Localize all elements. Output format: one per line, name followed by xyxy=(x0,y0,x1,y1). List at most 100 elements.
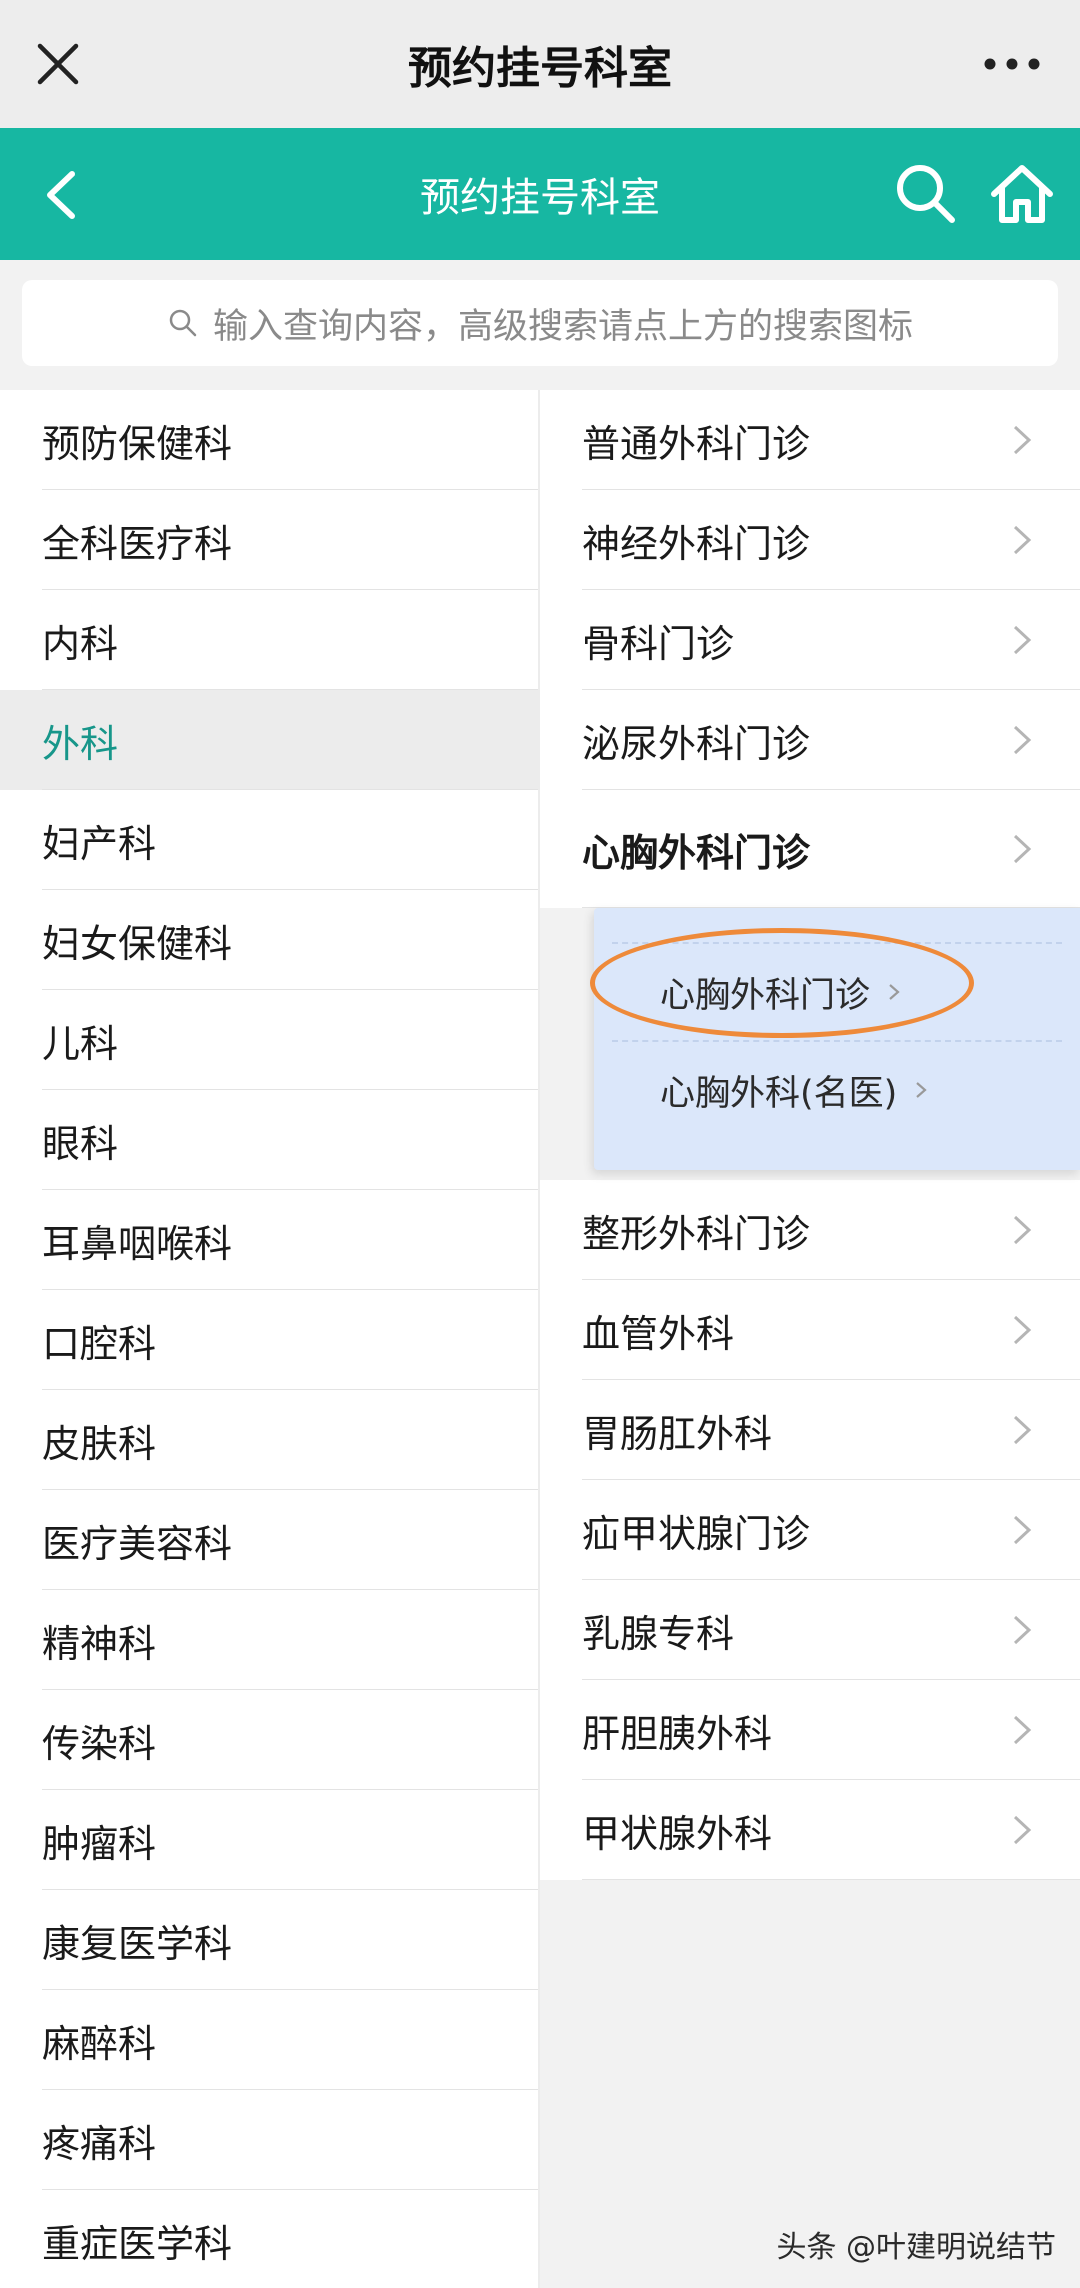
category-item[interactable]: 耳鼻咽喉科 xyxy=(0,1190,538,1290)
chevron-right-icon xyxy=(916,1082,927,1098)
category-label: 传染科 xyxy=(42,1721,157,1766)
category-item[interactable]: 肿瘤科 xyxy=(0,1790,538,1890)
sub-department-item[interactable]: 血管外科 xyxy=(540,1280,1080,1380)
sub-department-item[interactable]: 心胸外科门诊 xyxy=(540,790,1080,908)
sub-department-item[interactable]: 普通外科门诊 xyxy=(540,390,1080,490)
sub-department-label: 疝甲状腺门诊 xyxy=(582,1511,811,1556)
back-arrow-icon[interactable] xyxy=(28,160,98,230)
sub-department-item[interactable]: 胃肠肛外科 xyxy=(540,1380,1080,1480)
category-label: 全科医疗科 xyxy=(42,521,233,566)
popup-divider xyxy=(612,1040,1062,1042)
category-item[interactable]: 医疗美容科 xyxy=(0,1490,538,1590)
sub-department-label: 神经外科门诊 xyxy=(582,521,811,566)
search-small-icon xyxy=(169,309,197,337)
chevron-right-icon xyxy=(889,984,900,1000)
sub-department-label: 血管外科 xyxy=(582,1311,735,1356)
sub-department-item[interactable]: 甲状腺外科 xyxy=(540,1780,1080,1880)
search-placeholder: 输入查询内容，高级搜索请点上方的搜索图标 xyxy=(212,306,913,347)
category-item[interactable]: 妇产科 xyxy=(0,790,538,890)
department-category-list: 预防保健科全科医疗科内科外科妇产科妇女保健科儿科眼科耳鼻咽喉科口腔科皮肤科医疗美… xyxy=(0,390,538,2288)
popup-divider xyxy=(612,942,1062,944)
category-label: 重症医学科 xyxy=(42,2221,233,2266)
category-item[interactable]: 全科医疗科 xyxy=(0,490,538,590)
category-label: 口腔科 xyxy=(42,1321,157,1366)
wechat-page-title: 预约挂号科室 xyxy=(408,43,672,94)
sub-department-item[interactable]: 泌尿外科门诊 xyxy=(540,690,1080,790)
watermark: 头条 @叶建明说结节 xyxy=(776,2230,1056,2265)
category-label: 医疗美容科 xyxy=(42,1521,233,1566)
search-area: 输入查询内容，高级搜索请点上方的搜索图标 xyxy=(0,260,1080,390)
category-item[interactable]: 麻醉科 xyxy=(0,1990,538,2090)
app-header: 预约挂号科室 xyxy=(0,128,1080,260)
close-icon[interactable] xyxy=(28,34,88,94)
category-item[interactable]: 预防保健科 xyxy=(0,390,538,490)
row-separator xyxy=(582,1879,1080,1880)
popup-item-label: 心胸外科(名医) xyxy=(660,1073,898,1114)
category-label: 妇产科 xyxy=(42,821,157,866)
sub-department-label: 心胸外科门诊 xyxy=(582,830,811,875)
chevron-right-icon xyxy=(1013,525,1032,555)
category-label: 精神科 xyxy=(42,1621,157,1666)
page-title: 预约挂号科室 xyxy=(420,175,660,221)
chevron-right-icon xyxy=(1013,1615,1032,1645)
sub-department-label: 胃肠肛外科 xyxy=(582,1411,773,1456)
category-item[interactable]: 重症医学科 xyxy=(0,2190,538,2288)
sub-department-label: 普通外科门诊 xyxy=(582,421,811,466)
category-item[interactable]: 疼痛科 xyxy=(0,2090,538,2190)
chevron-right-icon xyxy=(1013,1315,1032,1345)
category-label: 疼痛科 xyxy=(42,2121,157,2166)
category-label: 内科 xyxy=(42,621,119,666)
more-options-icon[interactable] xyxy=(972,34,1052,94)
category-item[interactable]: 妇女保健科 xyxy=(0,890,538,990)
chevron-right-icon xyxy=(1013,1215,1032,1245)
category-item[interactable]: 眼科 xyxy=(0,1090,538,1190)
category-label: 外科 xyxy=(42,721,119,766)
category-item[interactable]: 外科 xyxy=(0,690,538,790)
sub-department-item[interactable]: 整形外科门诊 xyxy=(540,1180,1080,1280)
sub-department-label: 甲状腺外科 xyxy=(582,1811,773,1856)
sub-department-label: 整形外科门诊 xyxy=(582,1211,811,1256)
sub-department-label: 骨科门诊 xyxy=(582,621,735,666)
search-input[interactable]: 输入查询内容，高级搜索请点上方的搜索图标 xyxy=(22,280,1058,366)
wechat-title-bar: 预约挂号科室 xyxy=(0,0,1080,128)
chevron-right-icon xyxy=(1013,834,1032,864)
category-label: 耳鼻咽喉科 xyxy=(42,1221,233,1266)
popup-item-famous-doctor[interactable]: 心胸外科(名医) xyxy=(594,1044,1080,1136)
category-label: 眼科 xyxy=(42,1121,119,1166)
sub-menu-popup: 心胸外科门诊 心胸外科(名医) xyxy=(594,908,1080,1170)
category-item[interactable]: 口腔科 xyxy=(0,1290,538,1390)
popup-item-label: 心胸外科门诊 xyxy=(660,975,871,1016)
chevron-right-icon xyxy=(1013,1515,1032,1545)
category-label: 妇女保健科 xyxy=(42,921,233,966)
category-item[interactable]: 康复医学科 xyxy=(0,1890,538,1990)
category-label: 儿科 xyxy=(42,1021,119,1066)
chevron-right-icon xyxy=(1013,1415,1032,1445)
home-icon[interactable] xyxy=(986,158,1058,230)
chevron-right-icon xyxy=(1013,425,1032,455)
category-item[interactable]: 传染科 xyxy=(0,1690,538,1790)
sub-department-item[interactable]: 神经外科门诊 xyxy=(540,490,1080,590)
chevron-right-icon xyxy=(1013,625,1032,655)
sub-department-item[interactable]: 肝胆胰外科 xyxy=(540,1680,1080,1780)
chevron-right-icon xyxy=(1013,1715,1032,1745)
sub-department-item[interactable]: 疝甲状腺门诊 xyxy=(540,1480,1080,1580)
category-label: 康复医学科 xyxy=(42,1921,233,1966)
sub-department-item[interactable]: 骨科门诊 xyxy=(540,590,1080,690)
category-item[interactable]: 皮肤科 xyxy=(0,1390,538,1490)
search-icon[interactable] xyxy=(890,158,962,230)
sub-department-label: 肝胆胰外科 xyxy=(582,1711,773,1756)
category-label: 预防保健科 xyxy=(42,421,233,466)
popup-item-clinic[interactable]: 心胸外科门诊 xyxy=(594,946,1080,1038)
sub-department-label: 乳腺专科 xyxy=(582,1611,735,1656)
category-item[interactable]: 内科 xyxy=(0,590,538,690)
chevron-right-icon xyxy=(1013,1815,1032,1845)
category-item[interactable]: 精神科 xyxy=(0,1590,538,1690)
sub-department-item[interactable]: 乳腺专科 xyxy=(540,1580,1080,1680)
category-label: 皮肤科 xyxy=(42,1421,157,1466)
sub-department-list: 普通外科门诊 神经外科门诊 骨科门诊 泌尿外科门诊 心胸外科门诊 整形外科门诊 血管外科 胃肠… xyxy=(540,390,1080,2288)
category-item[interactable]: 儿科 xyxy=(0,990,538,1090)
category-label: 麻醉科 xyxy=(42,2021,157,2066)
category-label: 肿瘤科 xyxy=(42,1821,157,1866)
chevron-right-icon xyxy=(1013,725,1032,755)
sub-department-label: 泌尿外科门诊 xyxy=(582,721,811,766)
